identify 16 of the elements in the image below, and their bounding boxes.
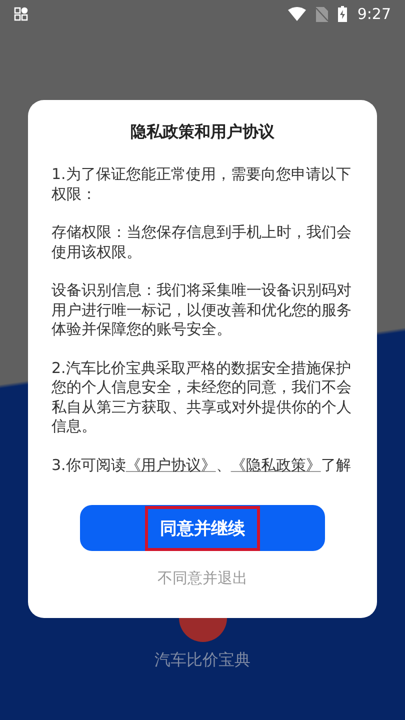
apps-icon [14,7,28,21]
wifi-icon [288,7,306,21]
no-sim-icon [316,6,328,22]
privacy-policy-link[interactable]: 《隐私政策》 [230,456,321,474]
policy-paragraph: 1.为了保证您能正常使用，需要向您申请以下权限： [52,165,352,204]
battery-charging-icon [338,6,348,22]
status-time: 9:27 [357,5,391,23]
policy-paragraph: 3.你可阅读《用户协议》、《隐私政策》了解 [52,456,352,475]
app-name: 汽车比价宝典 [154,650,250,671]
agree-button[interactable]: 同意并继续 [80,505,325,551]
highlight-frame: 同意并继续 [145,506,260,550]
dialog-title: 隐私政策和用户协议 [130,122,274,143]
user-agreement-link[interactable]: 《用户协议》 [126,456,216,474]
policy-paragraph: 存储权限：当您保存信息到手机上时，我们会使用该权限。 [52,223,352,262]
policy-paragraph: 2.汽车比价宝典采取严格的数据安全措施保护您的个人信息安全，未经您的同意，我们不会私自从第三方获取、共享或对外提供你的个人信息。 [52,358,352,436]
policy-paragraph: 设备识别信息：我们将采集唯一设备识别码对用户进行唯一标记，以便改善和优化您的服务体验并保障您的账号安全。 [52,281,352,340]
